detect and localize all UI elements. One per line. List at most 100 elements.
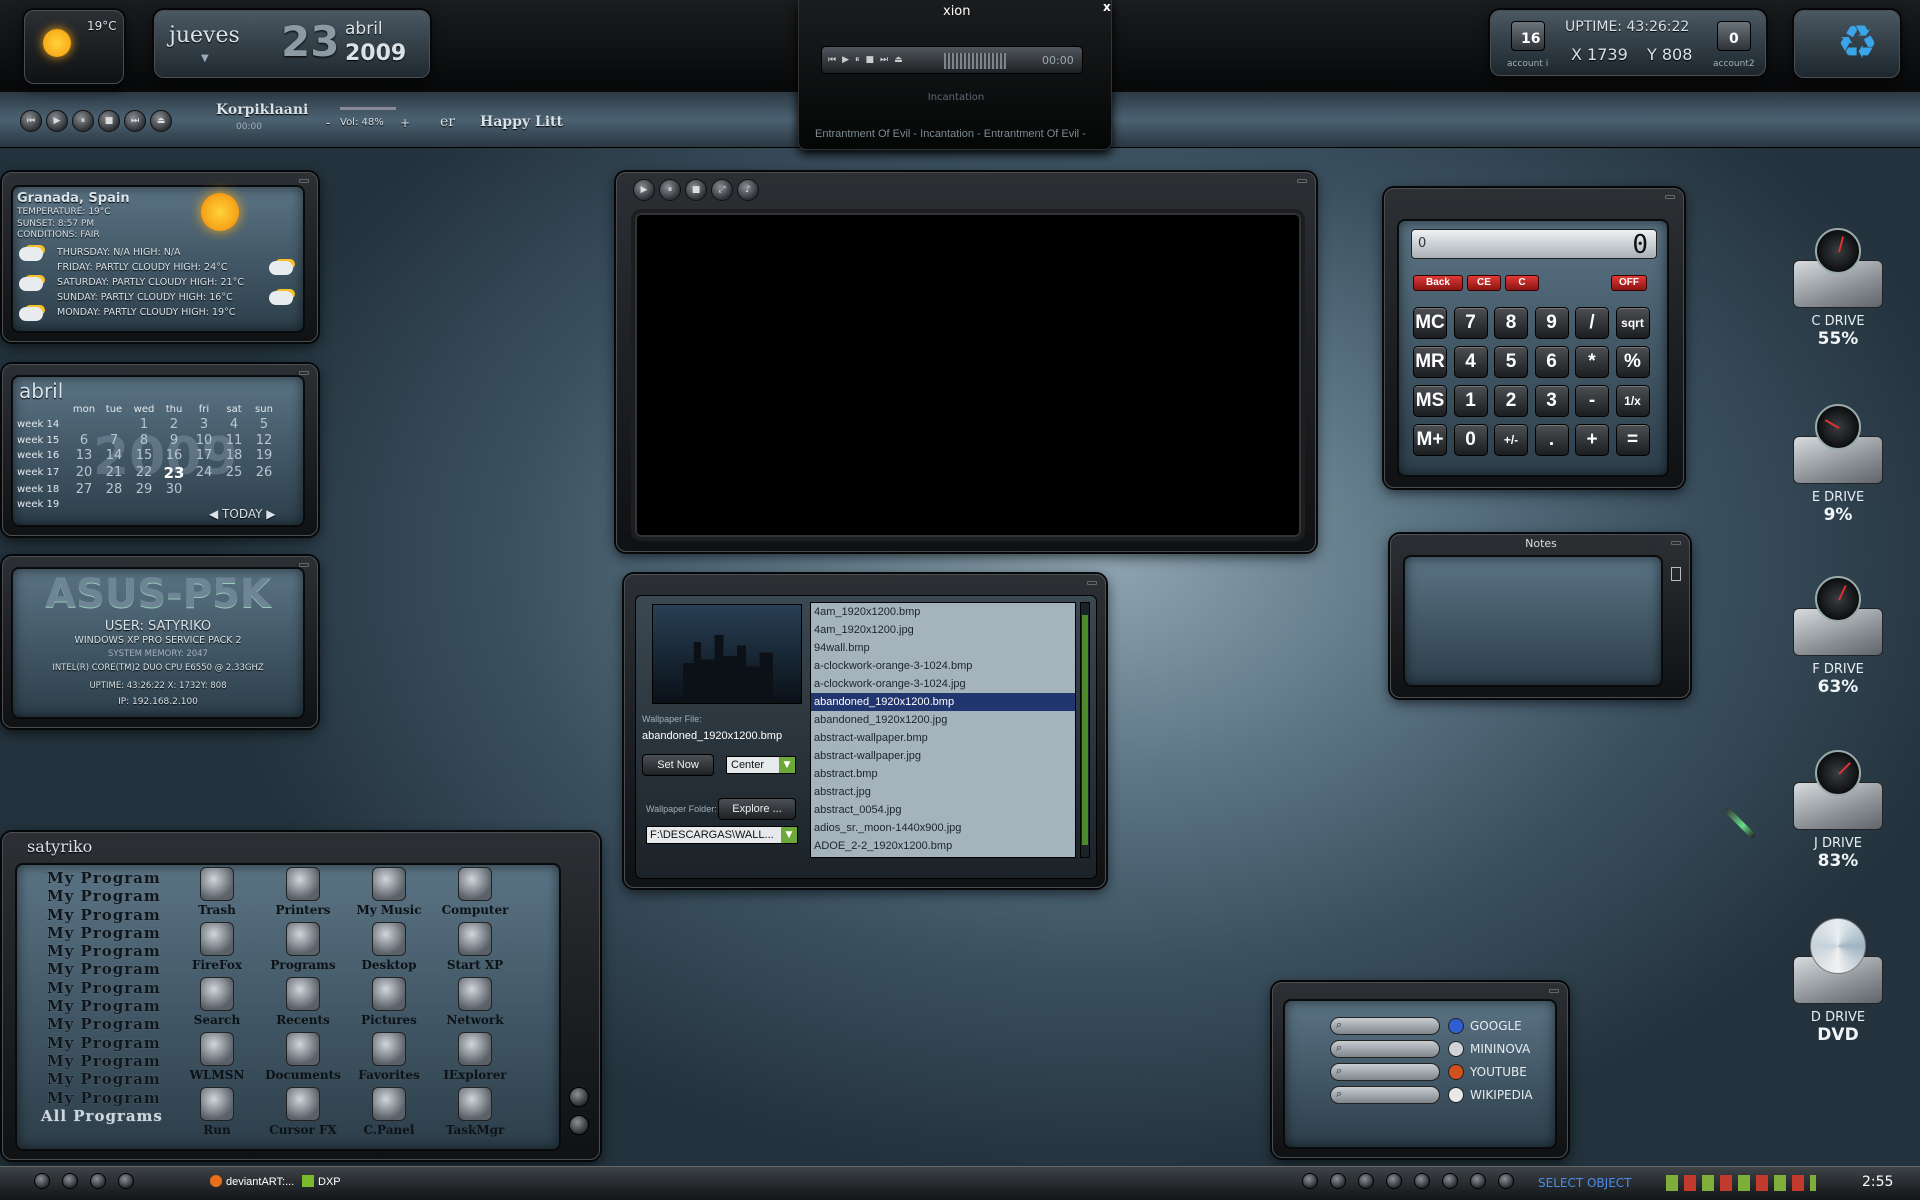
calc-key[interactable]: MR xyxy=(1413,346,1447,378)
volume-icon[interactable]: ♪ xyxy=(737,179,759,201)
launcher-pictures[interactable]: Pictures xyxy=(349,977,429,1027)
fullscreen-icon[interactable]: ⤢ xyxy=(711,179,733,201)
weather-mini-widget[interactable]: 19°C xyxy=(24,10,124,84)
file-item[interactable]: a-clockwork-orange-3-1024.bmp xyxy=(811,657,1075,675)
launcher-recents[interactable]: Recents xyxy=(263,977,343,1027)
calc-key[interactable]: 2 xyxy=(1494,385,1528,417)
wikipedia-icon[interactable] xyxy=(1448,1087,1464,1103)
calendar-day[interactable]: 1 xyxy=(129,417,159,433)
calc-key[interactable]: 8 xyxy=(1494,307,1528,339)
calc-key[interactable]: * xyxy=(1575,346,1609,378)
calc-key-c[interactable]: C xyxy=(1505,275,1539,291)
scrollbar-thumb[interactable] xyxy=(1082,615,1088,845)
program-item[interactable]: My Program xyxy=(47,1070,187,1088)
calc-key[interactable]: - xyxy=(1575,385,1609,417)
launcher-run[interactable]: Run xyxy=(177,1087,257,1137)
search-input[interactable] xyxy=(1330,1086,1440,1104)
calc-key[interactable]: +/- xyxy=(1494,424,1528,456)
minimize-icon[interactable] xyxy=(1671,541,1681,545)
calendar-day[interactable]: 22 xyxy=(129,464,159,482)
launcher-programs[interactable]: Programs xyxy=(263,922,343,972)
calc-key[interactable]: MS xyxy=(1413,385,1447,417)
calendar-day[interactable] xyxy=(219,482,249,498)
file-item[interactable]: abstract.jpg xyxy=(811,783,1075,801)
launcher-printers[interactable]: Printers xyxy=(263,867,343,917)
launcher-start-xp[interactable]: Start XP xyxy=(435,922,515,972)
google-icon[interactable] xyxy=(1448,1018,1464,1034)
tray-button[interactable] xyxy=(1470,1173,1486,1189)
next-icon[interactable]: ⏭ xyxy=(124,110,146,132)
calendar-day[interactable]: 9 xyxy=(159,433,189,449)
calendar-day[interactable]: 20 xyxy=(69,464,99,482)
calc-key[interactable]: 9 xyxy=(1534,307,1569,339)
launcher-firefox[interactable]: FireFox xyxy=(177,922,257,972)
calendar-day[interactable]: 10 xyxy=(189,433,219,449)
calendar-day[interactable]: 7 xyxy=(99,433,129,449)
calendar-day[interactable] xyxy=(99,417,129,433)
calc-key[interactable]: = xyxy=(1615,424,1650,456)
file-item[interactable]: abandoned_1920x1200.bmp xyxy=(811,693,1075,711)
calendar-day[interactable] xyxy=(69,417,99,433)
xion-player[interactable]: xion x ⏮▶⏸■⏭⏏ 00:00 Incantation Entrantm… xyxy=(798,0,1112,150)
volume-minus[interactable]: - xyxy=(326,116,330,130)
set-now-button[interactable]: Set Now xyxy=(642,754,714,776)
calendar-day[interactable]: 2 xyxy=(159,417,189,433)
quicklaunch-button[interactable] xyxy=(118,1173,134,1189)
file-item[interactable]: abstract-wallpaper.jpg xyxy=(811,747,1075,765)
minimize-icon[interactable] xyxy=(299,563,309,567)
minimize-icon[interactable] xyxy=(1297,179,1307,183)
calc-key[interactable]: 3 xyxy=(1534,385,1569,417)
stop-icon[interactable]: ■ xyxy=(685,179,707,201)
launcher-trash[interactable]: Trash xyxy=(177,867,257,917)
calendar-today[interactable]: 23 xyxy=(159,464,189,482)
calendar-day[interactable]: 26 xyxy=(249,464,279,482)
program-item[interactable]: My Program xyxy=(47,1052,187,1070)
calendar-day[interactable]: 17 xyxy=(189,448,219,464)
chevron-down-icon[interactable]: ▼ xyxy=(201,53,209,64)
program-item[interactable]: My Program xyxy=(47,960,187,978)
launcher-cursor-fx[interactable]: Cursor FX xyxy=(263,1087,343,1137)
calc-key[interactable]: + xyxy=(1575,424,1609,456)
launcher-taskmgr[interactable]: TaskMgr xyxy=(435,1087,515,1137)
search-engine-label[interactable]: GOOGLE xyxy=(1470,1019,1522,1033)
calendar-day[interactable] xyxy=(159,497,189,513)
play-icon[interactable]: ▶ xyxy=(633,179,655,201)
calendar-day[interactable]: 3 xyxy=(189,417,219,433)
search-engine-label[interactable]: WIKIPEDIA xyxy=(1470,1088,1533,1102)
launcher-search[interactable]: Search xyxy=(177,977,257,1027)
drive-c[interactable]: C DRIVE 55% xyxy=(1778,228,1898,349)
calendar-day[interactable]: 27 xyxy=(69,482,99,498)
today-button[interactable]: ◀ TODAY ▶ xyxy=(209,507,276,521)
drive-j[interactable]: J DRIVE 83% xyxy=(1778,750,1898,871)
xion-seek-bar[interactable] xyxy=(944,53,1006,69)
tray-button[interactable] xyxy=(1358,1173,1374,1189)
file-item[interactable]: 4am_1920x1200.jpg xyxy=(811,621,1075,639)
calc-key[interactable]: % xyxy=(1615,346,1650,378)
calendar-day[interactable]: 18 xyxy=(219,448,249,464)
chevron-down-icon[interactable]: ▼ xyxy=(779,757,795,773)
file-item[interactable]: adios_sr._moon-1440x900.jpg xyxy=(811,819,1075,837)
calc-key[interactable]: / xyxy=(1575,307,1609,339)
minimize-icon[interactable] xyxy=(299,179,309,183)
calendar-day[interactable]: 6 xyxy=(69,433,99,449)
calendar-day[interactable]: 29 xyxy=(129,482,159,498)
calc-key[interactable]: 1 xyxy=(1453,385,1488,417)
scroll-up-button[interactable] xyxy=(569,1087,589,1107)
note-icon[interactable] xyxy=(1671,567,1681,581)
tray-button[interactable] xyxy=(1330,1173,1346,1189)
calc-key[interactable]: MC xyxy=(1413,307,1447,339)
calendar-day[interactable]: 13 xyxy=(69,448,99,464)
calendar-day[interactable] xyxy=(249,482,279,498)
file-list-scrollbar[interactable] xyxy=(1080,602,1090,858)
volume-plus[interactable]: + xyxy=(400,116,410,130)
calendar-day[interactable] xyxy=(69,497,99,513)
file-item[interactable]: abstract_0054.jpg xyxy=(811,801,1075,819)
calendar-day[interactable]: 14 xyxy=(99,448,129,464)
tray-button[interactable] xyxy=(1414,1173,1430,1189)
calendar-day[interactable]: 25 xyxy=(219,464,249,482)
taskbar-item-dxp[interactable]: DXP xyxy=(302,1175,341,1188)
scroll-down-button[interactable] xyxy=(569,1115,589,1135)
folder-select[interactable]: F:\DESCARGAS\WALL... ▼ xyxy=(646,826,798,844)
calc-key-back[interactable]: Back xyxy=(1413,275,1463,291)
recycle-bin[interactable]: ♻ xyxy=(1794,10,1900,78)
